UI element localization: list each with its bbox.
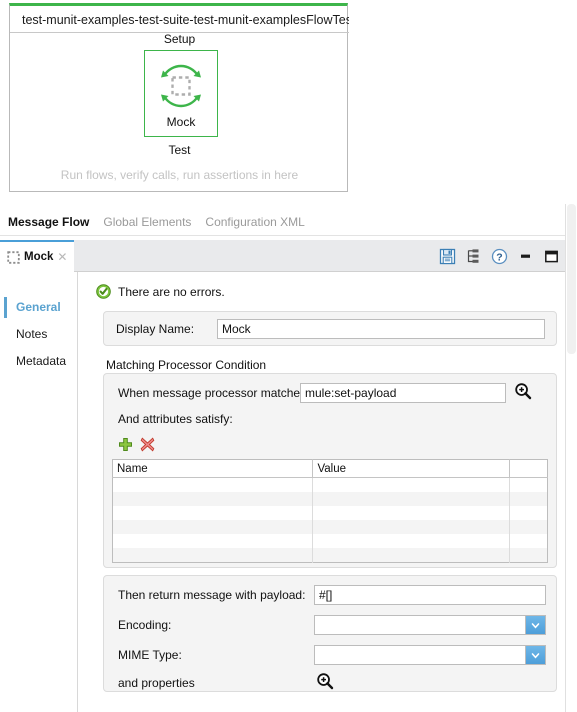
minimize-icon[interactable] bbox=[517, 248, 534, 265]
properties-side-nav: General Notes Metadata bbox=[0, 272, 78, 712]
outline-tree-icon[interactable] bbox=[465, 248, 482, 265]
encoding-label: Encoding: bbox=[118, 618, 172, 632]
svg-text:?: ? bbox=[496, 251, 502, 263]
return-message-group: Then return message with payload: Encodi… bbox=[103, 575, 557, 692]
sidebar-item-metadata[interactable]: Metadata bbox=[0, 348, 77, 375]
table-header-row: Name Value bbox=[112, 459, 548, 478]
table-row[interactable] bbox=[112, 506, 548, 520]
sidebar-item-general[interactable]: General bbox=[0, 294, 77, 321]
processor-matcher-label: When message processor matches: bbox=[118, 386, 310, 400]
cell-value[interactable] bbox=[312, 492, 510, 506]
cell-value[interactable] bbox=[312, 477, 510, 492]
sidebar-item-label: Metadata bbox=[16, 354, 67, 368]
cell-extra[interactable] bbox=[509, 477, 548, 492]
cell-value[interactable] bbox=[312, 534, 510, 548]
cell-extra[interactable] bbox=[509, 534, 548, 548]
cell-extra[interactable] bbox=[509, 548, 548, 563]
properties-editor-body: General Notes Metadata There are no erro… bbox=[0, 272, 566, 712]
cell-name[interactable] bbox=[112, 506, 314, 520]
cell-value[interactable] bbox=[312, 520, 510, 534]
mime-type-label: MIME Type: bbox=[118, 648, 182, 662]
payload-input[interactable] bbox=[314, 585, 546, 605]
encoding-select[interactable] bbox=[314, 615, 546, 635]
properties-label: and properties bbox=[118, 676, 195, 690]
attributes-table[interactable]: Name Value bbox=[112, 459, 548, 563]
payload-label: Then return message with payload: bbox=[118, 588, 306, 602]
mock-dashed-square-icon bbox=[7, 250, 20, 264]
matching-processor-condition-group: When message processor matches: And attr… bbox=[103, 373, 557, 568]
save-icon[interactable] bbox=[439, 248, 456, 265]
test-section-label: Test bbox=[168, 143, 191, 157]
display-name-input[interactable] bbox=[217, 319, 545, 339]
column-header-extra[interactable] bbox=[509, 459, 548, 478]
mime-type-select[interactable] bbox=[314, 645, 546, 665]
tab-message-flow[interactable]: Message Flow bbox=[8, 215, 89, 229]
cell-name[interactable] bbox=[112, 477, 314, 492]
table-row[interactable] bbox=[112, 477, 548, 492]
table-row[interactable] bbox=[112, 492, 548, 506]
table-row[interactable] bbox=[112, 534, 548, 548]
chevron-down-icon[interactable] bbox=[525, 616, 545, 634]
cell-value[interactable] bbox=[312, 548, 510, 563]
flow-node-mock-label: Mock bbox=[166, 115, 196, 129]
tab-global-elements[interactable]: Global Elements bbox=[103, 215, 191, 229]
sidebar-item-notes[interactable]: Notes bbox=[0, 321, 77, 348]
red-x-icon[interactable] bbox=[140, 437, 155, 452]
vertical-scrollbar[interactable] bbox=[565, 204, 577, 712]
sidebar-item-label: Notes bbox=[16, 327, 48, 341]
cell-name[interactable] bbox=[112, 520, 314, 534]
cell-name[interactable] bbox=[112, 534, 314, 548]
cell-value[interactable] bbox=[312, 506, 510, 520]
editor-toolbar: ? bbox=[439, 240, 560, 272]
table-row[interactable] bbox=[112, 548, 548, 563]
properties-tab-label: Mock bbox=[24, 251, 54, 263]
canvas-hint-text: Run flows, verify calls, run assertions … bbox=[60, 168, 299, 182]
status-text: There are no errors. bbox=[118, 284, 225, 299]
setup-section-label: Setup bbox=[163, 32, 196, 46]
flow-node-mock[interactable]: Mock bbox=[144, 50, 218, 137]
close-icon[interactable]: ✕ bbox=[57, 251, 67, 263]
chevron-down-icon[interactable] bbox=[525, 646, 545, 664]
cell-extra[interactable] bbox=[509, 506, 548, 520]
general-settings-form: There are no errors. Display Name: Match… bbox=[79, 272, 566, 712]
green-plus-icon[interactable] bbox=[118, 437, 133, 452]
display-name-label: Display Name: bbox=[116, 322, 195, 336]
cell-name[interactable] bbox=[112, 548, 314, 563]
mock-dashed-square-icon bbox=[152, 57, 210, 115]
matching-processor-condition-title: Matching Processor Condition bbox=[106, 358, 267, 372]
display-name-group: Display Name: bbox=[103, 311, 557, 346]
maximize-icon[interactable] bbox=[543, 248, 560, 265]
editor-view-tabs: Message Flow Global Elements Configurati… bbox=[0, 208, 577, 236]
cell-extra[interactable] bbox=[509, 520, 548, 534]
properties-editor-header: Mock ✕ ? bbox=[0, 240, 566, 272]
tab-configuration-xml[interactable]: Configuration XML bbox=[205, 215, 304, 229]
column-header-value[interactable]: Value bbox=[312, 459, 510, 478]
green-check-circle-icon bbox=[96, 284, 111, 299]
flow-container[interactable]: test-munit-examples-test-suite-test-muni… bbox=[9, 3, 349, 192]
properties-tab-mock[interactable]: Mock ✕ bbox=[0, 240, 74, 272]
cell-extra[interactable] bbox=[509, 492, 548, 506]
flow-canvas: test-munit-examples-test-suite-test-muni… bbox=[0, 0, 577, 208]
help-icon[interactable]: ? bbox=[491, 248, 508, 265]
magnifier-plus-icon[interactable] bbox=[514, 382, 532, 400]
table-row[interactable] bbox=[112, 520, 548, 534]
magnifier-plus-icon[interactable] bbox=[316, 672, 334, 690]
sidebar-item-label: General bbox=[16, 300, 61, 314]
scrollbar-thumb[interactable] bbox=[567, 204, 576, 354]
attributes-satisfy-label: And attributes satisfy: bbox=[118, 412, 233, 426]
cell-name[interactable] bbox=[112, 492, 314, 506]
flow-title: test-munit-examples-test-suite-test-muni… bbox=[22, 13, 349, 27]
processor-matcher-input[interactable] bbox=[300, 383, 506, 403]
column-header-name[interactable]: Name bbox=[112, 459, 314, 478]
status-message: There are no errors. bbox=[96, 284, 225, 299]
